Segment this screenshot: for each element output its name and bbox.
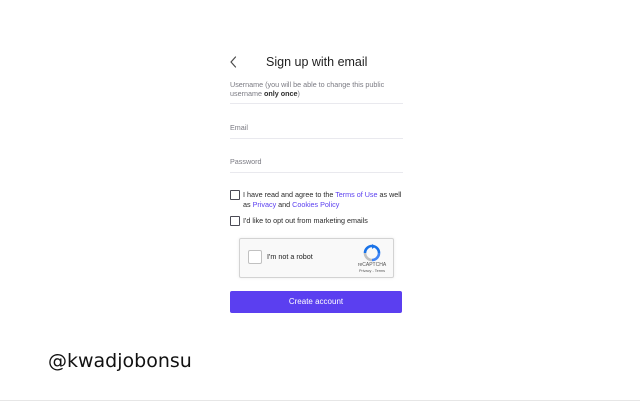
terms-text-part-1: I have read and agree to the [243, 190, 336, 199]
password-field[interactable]: Password [230, 157, 403, 173]
recaptcha-label: I'm not a robot [267, 252, 313, 261]
recaptcha-privacy-link[interactable]: Privacy [359, 269, 371, 273]
page-title: Sign up with email [266, 55, 368, 69]
recaptcha-links: Privacy - Terms [354, 269, 390, 274]
watermark-text: @kwadjobonsu [48, 350, 192, 372]
back-button[interactable] [228, 55, 240, 69]
create-account-button[interactable]: Create account [230, 291, 402, 313]
cookies-policy-link[interactable]: Cookies Policy [292, 200, 339, 209]
username-label-emphasis: only once [263, 89, 298, 98]
username-label-text: Username (you will be able to change thi… [230, 80, 385, 98]
terms-text-part-3: and [276, 200, 293, 209]
email-label: Email [230, 123, 248, 132]
recaptcha-brand: reCAPTCHA [357, 262, 387, 268]
username-label: Username (you will be able to change thi… [230, 80, 403, 98]
terms-text: I have read and agree to the Terms of Us… [243, 190, 403, 210]
password-label: Password [230, 157, 262, 166]
marketing-optout-checkbox[interactable] [230, 216, 240, 226]
username-label-end: ) [297, 89, 300, 98]
recaptcha-logo-icon [363, 244, 381, 262]
terms-of-use-link[interactable]: Terms of Use [335, 190, 377, 199]
username-field[interactable]: Username (you will be able to change thi… [230, 80, 403, 104]
email-field[interactable]: Email [230, 123, 403, 139]
privacy-link[interactable]: Privacy [253, 200, 277, 209]
terms-checkbox[interactable] [230, 190, 240, 200]
bottom-divider [0, 400, 640, 401]
recaptcha-terms-link[interactable]: Terms [375, 269, 385, 273]
chevron-left-icon [230, 56, 237, 68]
recaptcha-checkbox[interactable] [248, 250, 262, 264]
recaptcha-widget: I'm not a robot reCAPTCHA Privacy - Term… [239, 238, 394, 278]
form-header: Sign up with email [230, 54, 403, 70]
marketing-optout-label: I'd like to opt out from marketing email… [243, 216, 368, 225]
